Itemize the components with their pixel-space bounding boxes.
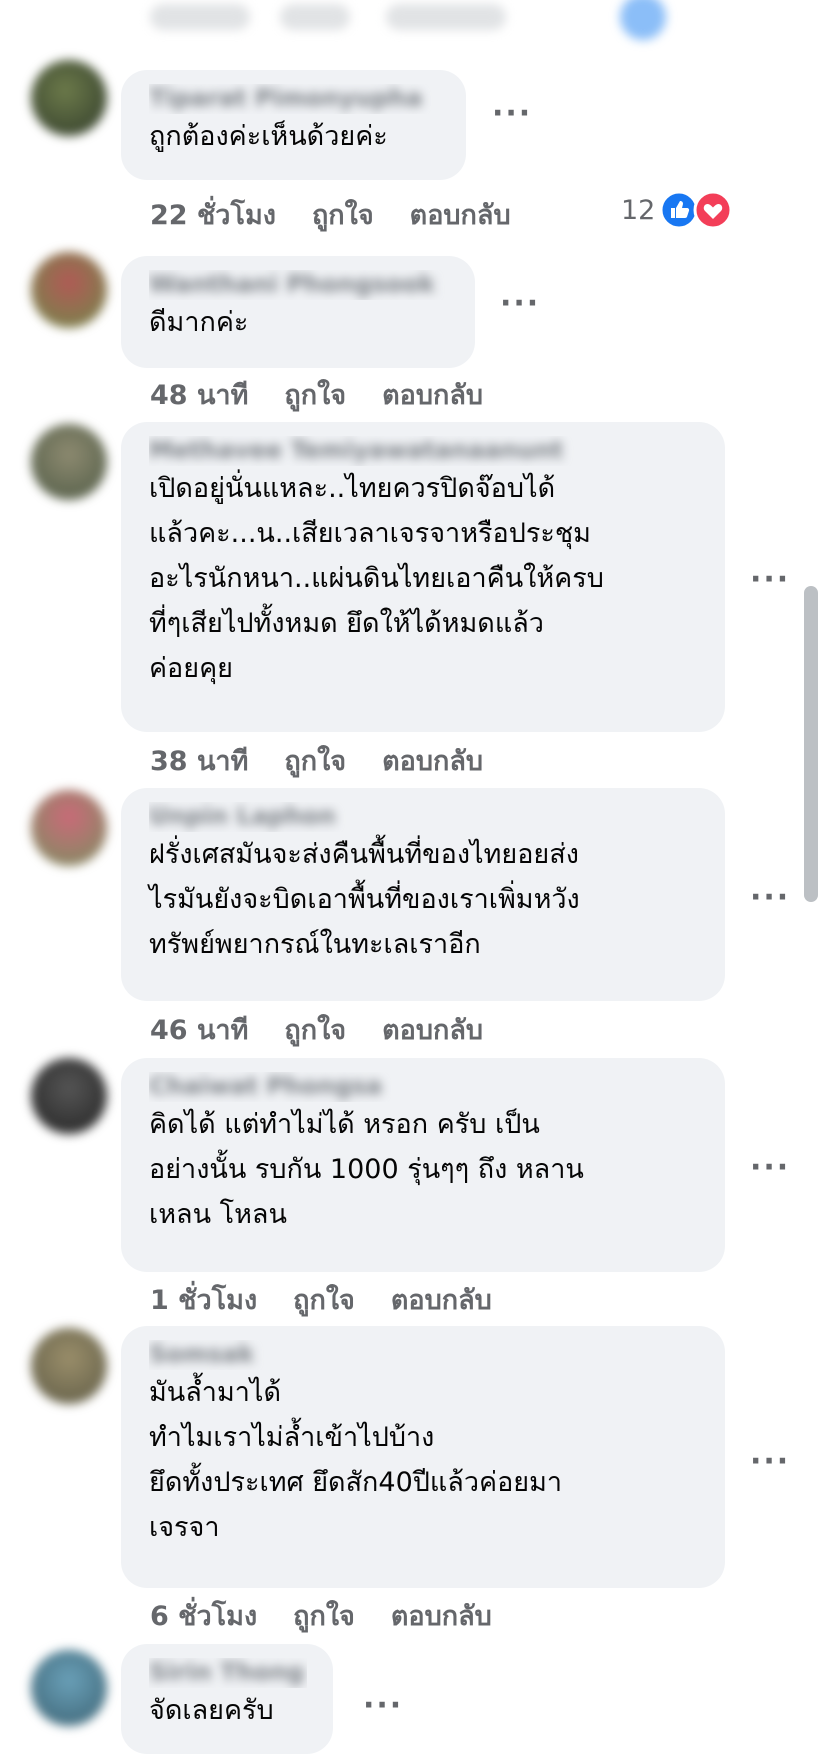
more-dots-icon[interactable]: ··· <box>750 880 790 915</box>
like-link[interactable]: ถูกใจ <box>284 746 346 777</box>
reply-link[interactable]: ตอบกลับ <box>382 746 483 777</box>
avatar[interactable] <box>31 252 107 328</box>
comment-time[interactable]: 48 นาที <box>150 380 248 411</box>
comment-bubble: Sirin Thong จัดเลยครับ <box>121 1644 333 1754</box>
more-dots-icon[interactable]: ··· <box>492 96 532 131</box>
avatar[interactable] <box>31 790 107 866</box>
comment-actions: 6 ชั่วโมง ถูกใจ ตอบกลับ <box>150 1594 528 1637</box>
comment-author[interactable]: Wanthani Phongsook <box>149 270 449 300</box>
comment-actions: 1 ชั่วโมง ถูกใจ ตอบกลับ <box>150 1278 528 1321</box>
avatar[interactable] <box>31 60 107 136</box>
comment-time[interactable]: 38 นาที <box>150 746 248 777</box>
reply-link[interactable]: ตอบกลับ <box>391 1601 492 1632</box>
more-dots-icon[interactable]: ··· <box>363 1688 403 1723</box>
comment-time[interactable]: 1 ชั่วโมง <box>150 1285 257 1316</box>
reply-link[interactable]: ตอบกลับ <box>410 200 511 231</box>
comment-author[interactable]: Sirin Thong <box>149 1658 307 1688</box>
comment-actions: 38 นาที ถูกใจ ตอบกลับ <box>150 739 519 782</box>
like-link[interactable]: ถูกใจ <box>284 380 346 411</box>
comment-bubble: Wanthani Phongsook ดีมากค่ะ <box>121 256 475 368</box>
comment-actions: 48 นาที ถูกใจ ตอบกลับ <box>150 373 519 416</box>
avatar[interactable] <box>31 424 107 500</box>
reply-link[interactable]: ตอบกลับ <box>391 1285 492 1316</box>
reaction-count: 12 <box>621 194 656 226</box>
reaction-summary[interactable]: 12 <box>621 190 733 230</box>
comment-text: เปิดอยู่นั่นแหละ..ไทยควรปิดจ๊อบได้ แล้วค… <box>149 473 604 684</box>
comment-author[interactable]: Tiparat Pimonyupha <box>149 84 440 114</box>
comment-time[interactable]: 22 ชั่วโมง <box>150 200 276 231</box>
comment-bubble: Methavee Temiyawatanaanunt เปิดอยู่นั่นแ… <box>121 422 725 732</box>
reply-link[interactable]: ตอบกลับ <box>382 1015 483 1046</box>
comment-text: ดีมากค่ะ <box>149 307 249 338</box>
avatar[interactable] <box>31 1058 107 1134</box>
like-link[interactable]: ถูกใจ <box>293 1601 355 1632</box>
avatar[interactable] <box>31 1328 107 1404</box>
comment-author[interactable]: Methavee Temiyawatanaanunt <box>149 436 699 466</box>
comment-time[interactable]: 6 ชั่วโมง <box>150 1601 257 1632</box>
comment-actions: 46 นาที ถูกใจ ตอบกลับ <box>150 1008 519 1051</box>
comment-bubble: Chaiwat Phongsa คิดได้ แต่ทำไม่ได้ หรอก … <box>121 1058 725 1272</box>
previous-comment-actions <box>150 0 710 40</box>
more-dots-icon[interactable]: ··· <box>750 1444 790 1479</box>
comment-text: ถูกต้องค่ะเห็นด้วยค่ะ <box>149 121 388 152</box>
comment-bubble: Somsak มันล้ำมาได้ ทำไมเราไม่ล้ำเข้าไปบ้… <box>121 1326 725 1588</box>
more-dots-icon[interactable]: ··· <box>750 562 790 597</box>
comment-actions: 22 ชั่วโมง ถูกใจ ตอบกลับ <box>150 193 547 236</box>
like-link[interactable]: ถูกใจ <box>284 1015 346 1046</box>
more-dots-icon[interactable]: ··· <box>500 286 540 321</box>
comment-text: คิดได้ แต่ทำไม่ได้ หรอก ครับ เป็น อย่างน… <box>149 1109 584 1230</box>
comment-author[interactable]: Somsak <box>149 1340 699 1370</box>
comment-text: จัดเลยครับ <box>149 1695 274 1726</box>
comment-author[interactable]: Unpin Laphon <box>149 802 699 832</box>
comment-bubble: Tiparat Pimonyupha ถูกต้องค่ะเห็นด้วยค่ะ <box>121 70 466 180</box>
comment-author[interactable]: Chaiwat Phongsa <box>149 1072 699 1102</box>
like-link[interactable]: ถูกใจ <box>312 200 374 231</box>
comment-text: ฝรั่งเศสมันจะส่งคืนพื้นที่ของไทยอยส่ง ไร… <box>149 839 580 960</box>
comment-time[interactable]: 46 นาที <box>150 1015 248 1046</box>
more-dots-icon[interactable]: ··· <box>750 1150 790 1185</box>
reply-link[interactable]: ตอบกลับ <box>382 380 483 411</box>
comment-bubble: Unpin Laphon ฝรั่งเศสมันจะส่งคืนพื้นที่ข… <box>121 788 725 1001</box>
avatar[interactable] <box>31 1650 107 1726</box>
comment-text: มันล้ำมาได้ ทำไมเราไม่ล้ำเข้าไปบ้าง ยึดท… <box>149 1377 563 1543</box>
scrollbar[interactable] <box>804 586 818 902</box>
love-icon <box>693 190 733 230</box>
like-link[interactable]: ถูกใจ <box>293 1285 355 1316</box>
